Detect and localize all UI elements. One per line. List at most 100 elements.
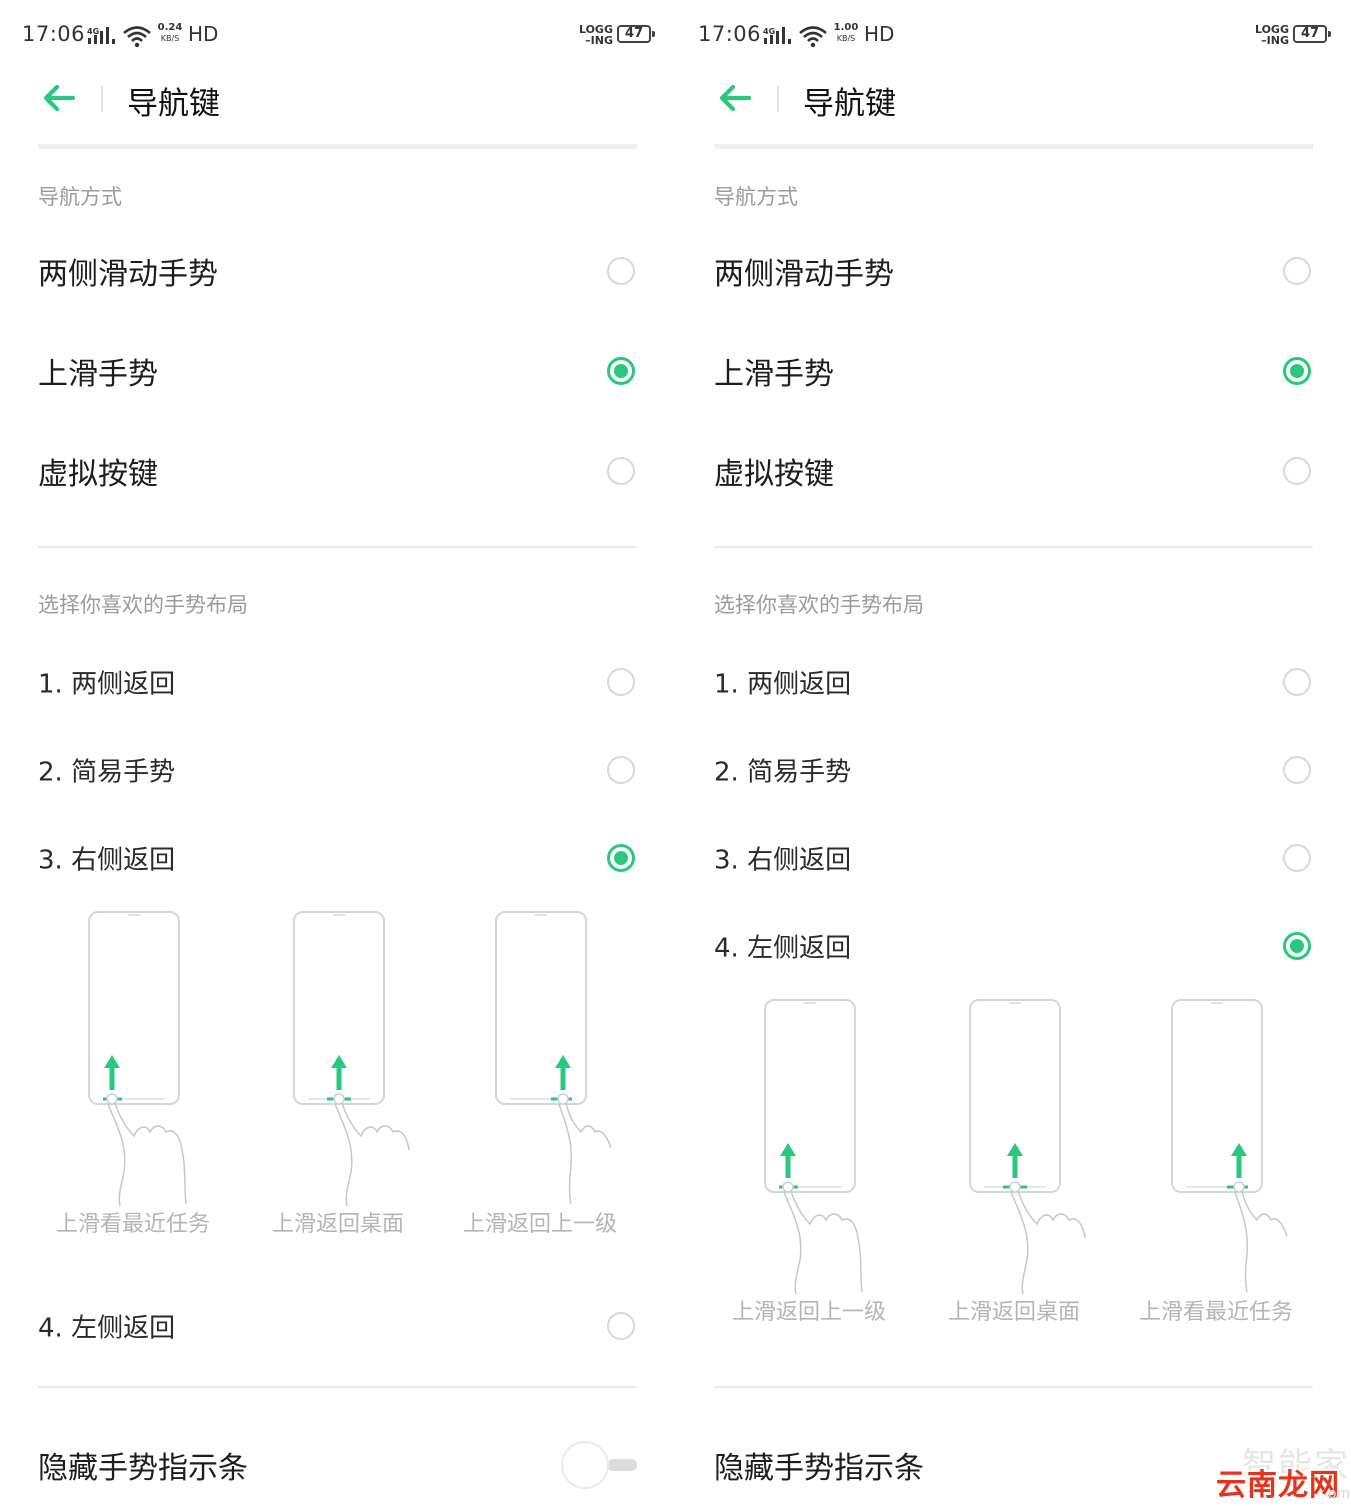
layout-option-both-sides[interactable]: 1. 两侧返回 bbox=[38, 652, 637, 712]
status-time: 17:06 bbox=[698, 22, 762, 46]
radio-button-selected[interactable] bbox=[1283, 932, 1311, 960]
titlebar-divider bbox=[38, 144, 637, 149]
battery-level: 47 bbox=[1300, 26, 1320, 41]
radio-button[interactable] bbox=[1283, 668, 1311, 696]
gesture-illustration-home: 上滑返回桌面 bbox=[263, 910, 413, 1237]
radio-button[interactable] bbox=[607, 756, 635, 784]
phone-swipe-illustration bbox=[495, 911, 612, 1205]
nav-option-side-swipe[interactable]: 两侧滑动手势 bbox=[714, 236, 1313, 306]
layout-option-right-back[interactable]: 3. 右侧返回 bbox=[714, 828, 1313, 888]
battery-level: 47 bbox=[624, 26, 644, 41]
nav-option-side-swipe[interactable]: 两侧滑动手势 bbox=[38, 236, 637, 306]
nav-section-header: 导航方式 bbox=[714, 185, 798, 209]
toggle-knob bbox=[561, 1441, 609, 1489]
hd-indicator: HD bbox=[864, 22, 895, 46]
layout-option-simple[interactable]: 2. 简易手势 bbox=[714, 740, 1313, 800]
hide-gesture-bar-toggle[interactable] bbox=[561, 1441, 637, 1489]
gesture-caption: 上滑返回桌面 bbox=[947, 1300, 1080, 1325]
nav-option-label: 上滑手势 bbox=[714, 357, 834, 392]
layout-option-label: 4. 左侧返回 bbox=[38, 1313, 176, 1344]
nav-option-swipe-up[interactable]: 上滑手势 bbox=[714, 336, 1313, 406]
gesture-illustration-recent: 上滑看最近任务 bbox=[56, 910, 210, 1237]
layout-section-header: 选择你喜欢的手势布局 bbox=[38, 593, 248, 617]
svg-text:4G: 4G bbox=[763, 27, 775, 36]
layout-option-label: 3. 右侧返回 bbox=[38, 845, 176, 876]
layout-option-both-sides[interactable]: 1. 两侧返回 bbox=[714, 652, 1313, 712]
layout-option-label: 3. 右侧返回 bbox=[714, 845, 852, 876]
right-screenshot: 17:06 4G 1.00 KB/S HD LOGG –ING 47 导航键 导航方… bbox=[676, 0, 1351, 1506]
phone-swipe-illustration bbox=[764, 999, 863, 1295]
radio-button[interactable] bbox=[1283, 457, 1311, 485]
status-bar: 17:06 4G 1.00 KB/S HD LOGG –ING 47 bbox=[676, 0, 1351, 70]
hd-indicator: HD bbox=[188, 22, 219, 46]
radio-button[interactable] bbox=[1283, 756, 1311, 784]
section-divider bbox=[38, 1386, 637, 1388]
nav-option-label: 虚拟按键 bbox=[714, 457, 834, 492]
nav-option-swipe-up[interactable]: 上滑手势 bbox=[38, 336, 637, 406]
layout-option-left-back[interactable]: 4. 左侧返回 bbox=[714, 916, 1313, 976]
toggle-track bbox=[607, 1459, 637, 1471]
phone-swipe-illustration bbox=[1171, 999, 1288, 1293]
gesture-illustration-home: 上滑返回桌面 bbox=[939, 998, 1089, 1325]
hide-gesture-bar-row[interactable]: 隐藏手势指示条 bbox=[38, 1430, 637, 1500]
layout-option-left-back[interactable]: 4. 左侧返回 bbox=[38, 1296, 637, 1356]
hide-gesture-bar-label: 隐藏手势指示条 bbox=[38, 1451, 248, 1486]
signal-icon: 4G bbox=[87, 27, 115, 44]
status-time: 17:06 bbox=[22, 22, 86, 46]
nav-option-virtual-keys[interactable]: 虚拟按键 bbox=[38, 436, 637, 506]
gesture-caption: 上滑看最近任务 bbox=[55, 1212, 210, 1237]
radio-button[interactable] bbox=[607, 457, 635, 485]
nav-section-header: 导航方式 bbox=[38, 185, 122, 209]
layout-section-header: 选择你喜欢的手势布局 bbox=[714, 593, 924, 617]
watermark-logo-text: 云南龙网 bbox=[1216, 1468, 1340, 1503]
watermark-suffix: om bbox=[1328, 1486, 1351, 1502]
layout-option-label: 4. 左侧返回 bbox=[714, 933, 852, 964]
phone-swipe-illustration bbox=[969, 999, 1086, 1295]
layout-option-right-back[interactable]: 3. 右侧返回 bbox=[38, 828, 637, 888]
radio-button-selected[interactable] bbox=[607, 844, 635, 872]
wifi-icon bbox=[123, 26, 151, 48]
layout-option-label: 2. 简易手势 bbox=[714, 757, 852, 788]
layout-option-label: 1. 两侧返回 bbox=[714, 669, 852, 700]
radio-button[interactable] bbox=[1283, 844, 1311, 872]
radio-button[interactable] bbox=[607, 668, 635, 696]
gesture-caption: 上滑返回上一级 bbox=[731, 1300, 886, 1325]
section-divider bbox=[714, 546, 1313, 548]
nav-option-label: 上滑手势 bbox=[38, 357, 158, 392]
network-speed: 1.00 KB/S bbox=[833, 22, 859, 43]
logging-indicator: LOGG –ING bbox=[578, 23, 613, 47]
arrow-left-icon[interactable] bbox=[40, 82, 78, 114]
battery-icon: 47 bbox=[617, 25, 655, 43]
radio-button[interactable] bbox=[607, 1312, 635, 1340]
network-speed: 0.24 KB/S bbox=[157, 22, 183, 43]
phone-swipe-illustration bbox=[293, 911, 410, 1207]
radio-button[interactable] bbox=[1283, 257, 1311, 285]
logging-indicator: LOGG –ING bbox=[1254, 23, 1289, 47]
layout-option-label: 1. 两侧返回 bbox=[38, 669, 176, 700]
gesture-caption: 上滑返回桌面 bbox=[271, 1212, 404, 1237]
section-divider bbox=[714, 1386, 1313, 1388]
phone-swipe-illustration bbox=[88, 911, 187, 1207]
radio-button-selected[interactable] bbox=[1283, 357, 1311, 385]
radio-button[interactable] bbox=[607, 257, 635, 285]
hide-gesture-bar-label: 隐藏手势指示条 bbox=[714, 1451, 924, 1486]
gesture-caption: 上滑返回上一级 bbox=[462, 1212, 617, 1237]
svg-text:4G: 4G bbox=[87, 27, 99, 36]
nav-option-label: 两侧滑动手势 bbox=[714, 257, 894, 292]
titlebar-divider bbox=[714, 144, 1313, 149]
battery-icon: 47 bbox=[1293, 25, 1331, 43]
status-bar: 17:06 4G 0.24 KB/S HD LOGG –ING 47 bbox=[0, 0, 676, 70]
page-title: 导航键 bbox=[127, 86, 220, 122]
header-separator bbox=[101, 86, 103, 112]
gesture-caption: 上滑看最近任务 bbox=[1138, 1300, 1293, 1325]
section-divider bbox=[38, 546, 637, 548]
nav-option-label: 虚拟按键 bbox=[38, 457, 158, 492]
arrow-left-icon[interactable] bbox=[716, 82, 754, 114]
gesture-illustration-back: 上滑返回上一级 bbox=[732, 998, 886, 1325]
header-separator bbox=[777, 86, 779, 112]
wifi-icon bbox=[799, 26, 827, 48]
radio-button-selected[interactable] bbox=[607, 357, 635, 385]
nav-option-virtual-keys[interactable]: 虚拟按键 bbox=[714, 436, 1313, 506]
layout-option-simple[interactable]: 2. 简易手势 bbox=[38, 740, 637, 800]
layout-option-label: 2. 简易手势 bbox=[38, 757, 176, 788]
